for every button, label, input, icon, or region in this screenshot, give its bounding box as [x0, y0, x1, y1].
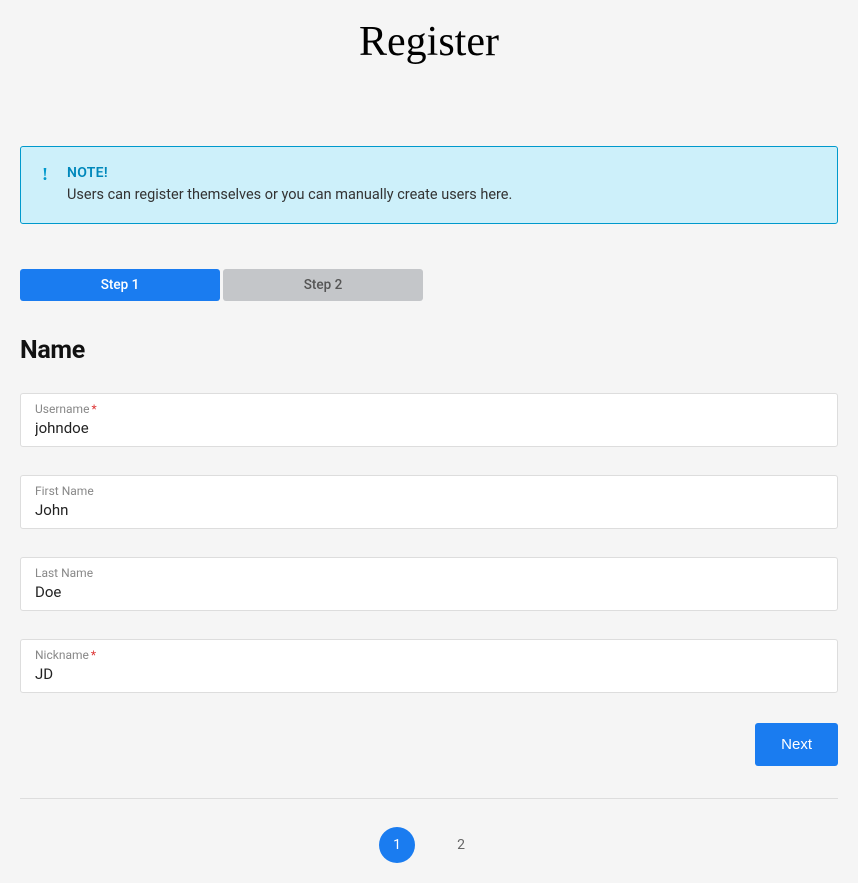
nickname-label: Nickname* — [35, 648, 823, 662]
required-marker: * — [91, 648, 96, 662]
step-tabs: Step 1 Step 2 — [20, 269, 838, 301]
step-tab-2[interactable]: Step 2 — [223, 269, 423, 301]
page-1[interactable]: 1 — [379, 827, 415, 863]
firstname-field-container[interactable]: First Name — [20, 475, 838, 529]
page-title: Register — [0, 0, 858, 76]
lastname-field-container[interactable]: Last Name — [20, 557, 838, 611]
step-tab-1[interactable]: Step 1 — [20, 269, 220, 301]
firstname-label: First Name — [35, 484, 823, 498]
note-text: Users can register themselves or you can… — [67, 185, 817, 205]
note-title: NOTE! — [67, 165, 817, 181]
username-field-container[interactable]: Username* — [20, 393, 838, 447]
divider — [20, 798, 838, 799]
username-input[interactable] — [35, 419, 823, 437]
pagination: 1 2 — [20, 827, 838, 883]
section-heading-name: Name — [20, 336, 838, 365]
firstname-input[interactable] — [35, 501, 823, 519]
nickname-input[interactable] — [35, 665, 823, 683]
alert-icon: ! — [41, 165, 49, 183]
lastname-input[interactable] — [35, 583, 823, 601]
lastname-label: Last Name — [35, 566, 823, 580]
page-2[interactable]: 2 — [443, 827, 479, 863]
required-marker: * — [91, 402, 96, 416]
note-banner: ! NOTE! Users can register themselves or… — [20, 146, 838, 224]
next-button[interactable]: Next — [755, 723, 838, 766]
username-label: Username* — [35, 402, 823, 416]
nickname-field-container[interactable]: Nickname* — [20, 639, 838, 693]
